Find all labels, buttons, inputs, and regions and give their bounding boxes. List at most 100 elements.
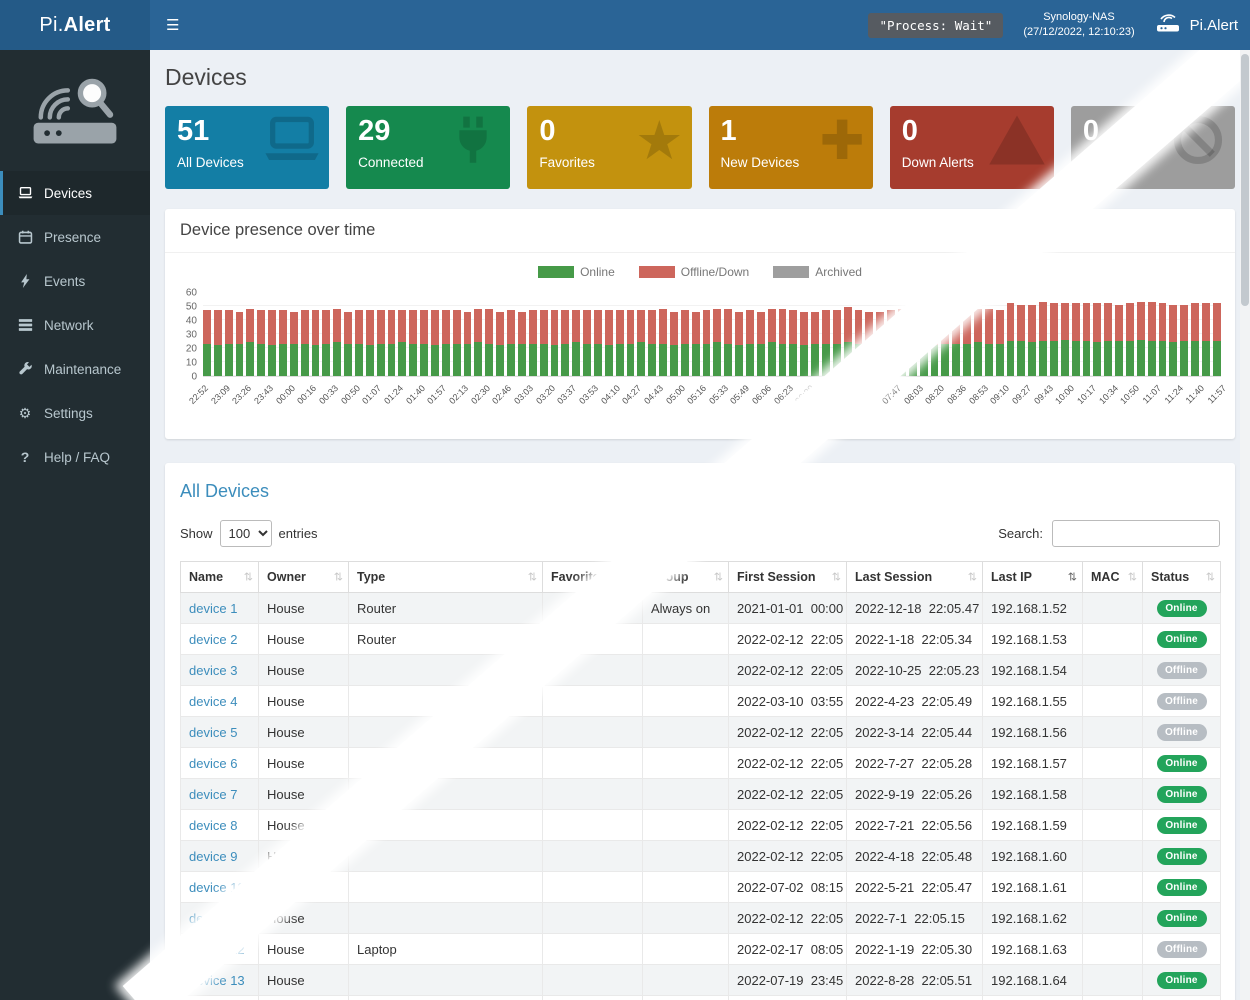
device-link[interactable]: device 4 <box>189 694 237 709</box>
brand-logo[interactable]: Pi.Alert <box>0 0 150 50</box>
device-link[interactable]: device 7 <box>189 787 237 802</box>
presence-bar <box>540 310 548 376</box>
cell-status: Online <box>1143 810 1221 841</box>
sidebar-item-presence[interactable]: Presence <box>0 215 150 259</box>
card-down-alerts[interactable]: 0Down Alerts <box>890 106 1054 189</box>
sidebar-item-settings[interactable]: ⚙Settings <box>0 391 150 435</box>
cell-type <box>349 686 543 717</box>
presence-bar <box>605 310 613 376</box>
cell-group <box>643 872 729 903</box>
navbar-brand-right[interactable]: Pi.Alert <box>1155 13 1238 37</box>
scrollbar[interactable] <box>1240 50 1250 1000</box>
card-favorites[interactable]: 0Favorites★ <box>527 106 691 189</box>
presence-bar <box>366 310 374 376</box>
entries-select[interactable]: 100 <box>220 520 272 547</box>
presence-bar <box>496 312 504 376</box>
column-header-favorite[interactable]: Favorite⇅ <box>543 562 643 593</box>
column-header-name[interactable]: Name⇅ <box>181 562 259 593</box>
x-tick-label: 08:03 <box>902 383 925 406</box>
column-header-group[interactable]: Group⇅ <box>643 562 729 593</box>
hamburger-icon[interactable]: ☰ <box>150 16 195 34</box>
device-link[interactable]: device 9 <box>189 849 237 864</box>
cell-group <box>643 748 729 779</box>
presence-bar <box>713 309 721 376</box>
sidebar-item-help-faq[interactable]: ?Help / FAQ <box>0 435 150 479</box>
cell-last-session: 2022-12-18 22:05.47 <box>847 593 983 624</box>
device-link[interactable]: device 6 <box>189 756 237 771</box>
card-new-devices[interactable]: 1New Devices✚ <box>709 106 873 189</box>
presence-bar <box>779 309 787 376</box>
device-link[interactable]: device 2 <box>189 632 237 647</box>
x-tick-label: 08:20 <box>923 383 946 406</box>
cell-group <box>643 717 729 748</box>
presence-bar <box>735 312 743 376</box>
laptop-icon <box>263 114 321 170</box>
status-badge: Online <box>1157 817 1207 834</box>
x-tick-label: 04:10 <box>599 383 622 406</box>
device-link[interactable]: device 12 <box>189 942 245 957</box>
presence-bar <box>203 310 211 376</box>
sidebar-item-events[interactable]: Events <box>0 259 150 303</box>
cell-type: Laptop <box>349 934 543 965</box>
cell-favorite <box>543 624 643 655</box>
column-header-status[interactable]: Status⇅ <box>1143 562 1221 593</box>
x-tick-label: 03:20 <box>534 383 557 406</box>
cell-favorite <box>543 686 643 717</box>
cell-last-session: 2022-10-25 22:05.23 <box>847 655 983 686</box>
column-header-last-ip[interactable]: Last IP⇅ <box>983 562 1083 593</box>
column-header-owner[interactable]: Owner⇅ <box>259 562 349 593</box>
cell-status: Online <box>1143 593 1221 624</box>
column-header-type[interactable]: Type⇅ <box>349 562 543 593</box>
cell-mac <box>1083 593 1143 624</box>
card-archived[interactable]: 0Archived <box>1071 106 1235 189</box>
presence-bar <box>1213 303 1221 376</box>
network-icon <box>16 318 34 332</box>
presence-bar <box>236 312 244 376</box>
x-tick-label: 06:23 <box>772 383 795 406</box>
entries-label: entries <box>279 526 318 541</box>
router-icon <box>1155 13 1181 37</box>
table-row: device 1HouseRouterAlways on2021-01-01 0… <box>181 593 1221 624</box>
column-header-first-session[interactable]: First Session⇅ <box>729 562 847 593</box>
sidebar-item-devices[interactable]: Devices <box>0 171 150 215</box>
chart-title: Device presence over time <box>165 209 1235 253</box>
device-link[interactable]: device 3 <box>189 663 237 678</box>
sidebar-item-label: Events <box>44 274 85 289</box>
device-link[interactable]: device 1 <box>189 601 237 616</box>
card-connected[interactable]: 29Connected <box>346 106 510 189</box>
device-link[interactable]: device 11 <box>189 911 244 926</box>
device-link[interactable]: device 13 <box>189 973 245 988</box>
search-label: Search: <box>998 526 1043 541</box>
sidebar-item-network[interactable]: Network <box>0 303 150 347</box>
presence-bar <box>822 310 830 376</box>
column-header-last-session[interactable]: Last Session⇅ <box>847 562 983 593</box>
cell-owner: House <box>259 996 349 1000</box>
table-row: device 8House2022-02-12 22:052022-7-21 2… <box>181 810 1221 841</box>
x-tick-label: 00:50 <box>339 383 362 406</box>
cell-favorite <box>543 748 643 779</box>
sort-icon: ⇅ <box>968 571 977 584</box>
sidebar-item-label: Network <box>44 318 94 333</box>
star-icon: ★ <box>635 114 683 168</box>
cell-last-session: 2022-4-18 22:05.48 <box>847 841 983 872</box>
presence-bar <box>529 310 537 376</box>
device-link[interactable]: device 5 <box>189 725 237 740</box>
plus-icon: ✚ <box>819 114 864 168</box>
sidebar-item-label: Presence <box>44 230 101 245</box>
sidebar-item-maintenance[interactable]: Maintenance <box>0 347 150 391</box>
scrollbar-thumb[interactable] <box>1241 54 1249 306</box>
device-link[interactable]: device 8 <box>189 818 237 833</box>
card-all-devices[interactable]: 51All Devices <box>165 106 329 189</box>
cell-name: device 12 <box>181 934 259 965</box>
cell-status: Online <box>1143 841 1221 872</box>
cell-last-ip: 192.168.1.58 <box>983 779 1083 810</box>
column-header-mac[interactable]: MAC⇅ <box>1083 562 1143 593</box>
process-status-badge: "Process: Wait" <box>868 13 1003 38</box>
presence-bar <box>1104 303 1112 376</box>
x-tick-label: 02:13 <box>447 383 470 406</box>
search-input[interactable] <box>1052 520 1220 547</box>
summary-cards: 51All Devices29Connected0Favorites★1New … <box>165 106 1235 189</box>
presence-bar <box>746 310 754 376</box>
device-link[interactable]: device 10 <box>189 880 245 895</box>
status-badge: Online <box>1157 910 1207 927</box>
